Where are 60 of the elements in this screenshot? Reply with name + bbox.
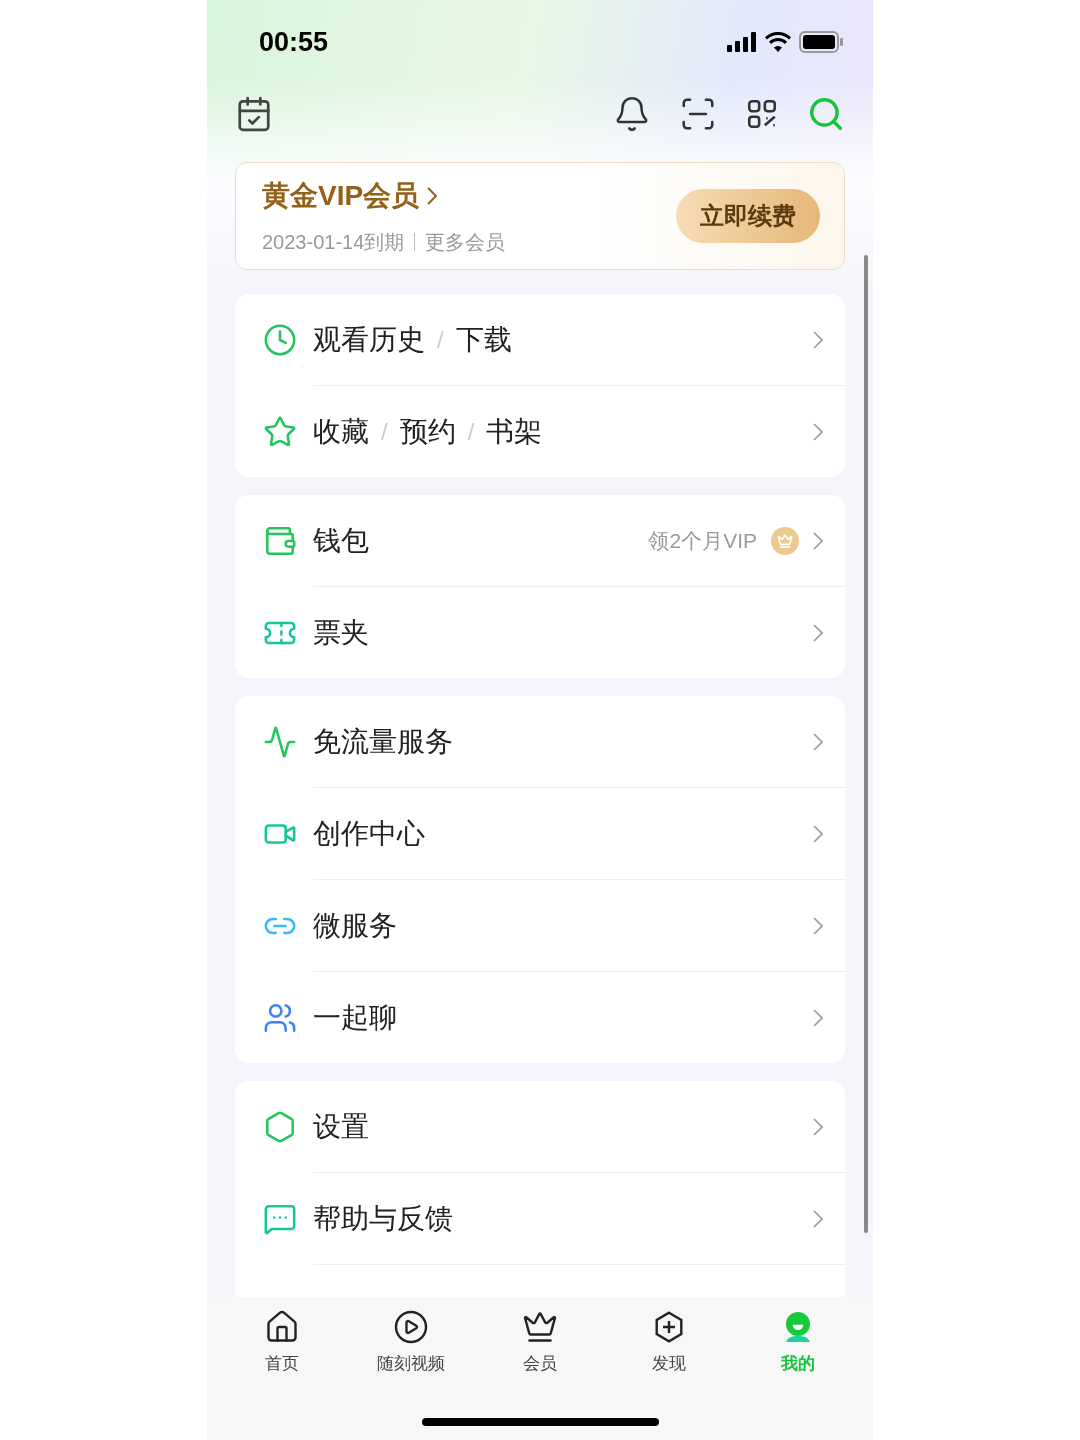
menu-label: 微服务 — [313, 908, 397, 943]
menu-label: 预约 — [399, 414, 456, 449]
menu-label: 书架 — [486, 414, 543, 449]
clock-icon — [263, 322, 297, 357]
chevron-right-icon — [813, 916, 823, 935]
menu-item[interactable]: 创作中心 — [235, 788, 845, 879]
battery-icon — [799, 31, 843, 53]
chevron-right-icon — [813, 1008, 823, 1027]
menu-item[interactable]: 设置 — [235, 1081, 845, 1172]
vip-card[interactable]: 黄金VIP会员 2023-01-14到期 更多会员 立即续费 — [235, 162, 845, 270]
menu-item[interactable]: 钱包 领2个月VIP — [235, 495, 845, 586]
menu-label: 收藏 — [313, 414, 369, 449]
chevron-right-icon — [813, 1117, 823, 1136]
menu-item[interactable]: 一起聊 — [235, 972, 845, 1063]
status-time: 00:55 — [259, 25, 329, 59]
expiry-date: 2023-01-14到期 — [262, 230, 405, 255]
tab-item[interactable]: 发现 — [614, 1309, 725, 1377]
menu-item[interactable]: 微服务 — [235, 880, 845, 971]
signal-icon — [727, 32, 757, 52]
separator: / — [381, 416, 388, 447]
chevron-right-icon — [813, 330, 823, 349]
menu-label: 票夹 — [313, 615, 369, 650]
renew-button[interactable]: 立即续费 — [676, 189, 820, 243]
menu-label: 帮助与反馈 — [313, 1201, 453, 1236]
tab-item[interactable]: 会员 — [484, 1309, 595, 1377]
promo-text: 领2个月VIP — [648, 527, 757, 554]
chevron-right-icon — [813, 824, 823, 843]
separator: / — [437, 324, 444, 355]
activity-icon — [263, 724, 297, 759]
menu-label: 设置 — [313, 1109, 369, 1144]
crown-badge-icon — [771, 526, 799, 555]
menu-item[interactable]: 帮助与反馈 — [235, 1173, 845, 1264]
tab-item[interactable]: 随刻视频 — [355, 1309, 466, 1377]
chevron-right-icon — [813, 422, 823, 441]
tab-item[interactable]: 首页 — [226, 1309, 337, 1377]
calendar-check-icon[interactable] — [235, 95, 273, 133]
menu-label: 观看历史 — [313, 322, 425, 357]
menu-item[interactable]: 收藏 / 预约 / 书架 — [235, 386, 845, 477]
chevron-right-icon — [813, 1209, 823, 1228]
star-icon — [263, 414, 297, 449]
menu-item[interactable]: 观看历史 / 下载 — [235, 294, 845, 385]
menu-label: 一起聊 — [313, 1000, 397, 1035]
wifi-icon — [765, 32, 791, 52]
chevron-right-icon — [813, 623, 823, 642]
play-icon — [392, 1309, 429, 1345]
chevron-right-icon — [813, 732, 823, 751]
menu-item[interactable]: 票夹 — [235, 587, 845, 678]
scan-icon[interactable] — [679, 95, 717, 133]
crown-icon — [521, 1309, 558, 1345]
separator: / — [467, 416, 475, 447]
qr-code-icon[interactable] — [745, 97, 779, 131]
menu-label: 钱包 — [313, 523, 369, 558]
vip-title: 黄金VIP会员 — [262, 179, 420, 213]
chevron-right-icon — [427, 187, 438, 205]
hexagon-icon — [263, 1109, 297, 1144]
menu-label: 下载 — [455, 322, 512, 357]
menu-item[interactable]: 免流量服务 — [235, 696, 845, 787]
menu-label: 创作中心 — [313, 816, 425, 851]
menu-label: 免流量服务 — [313, 724, 453, 759]
chevron-right-icon — [813, 531, 823, 550]
